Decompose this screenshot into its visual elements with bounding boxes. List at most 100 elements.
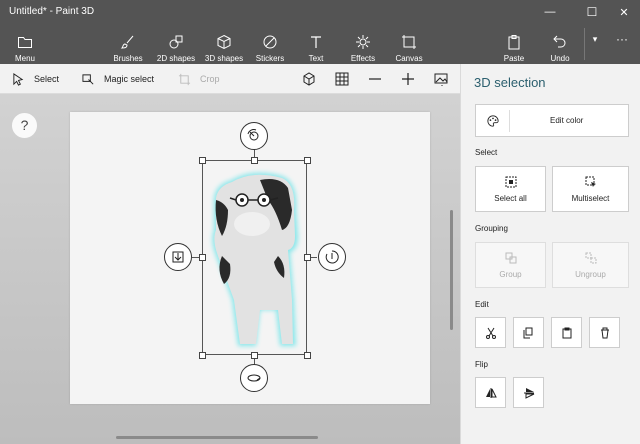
paste-panel-button[interactable]	[551, 317, 582, 348]
resize-handle-left[interactable]	[199, 254, 206, 261]
select-all-icon	[505, 176, 516, 187]
resize-handle-bottom-left[interactable]	[199, 352, 206, 359]
ungroup-icon	[585, 252, 596, 263]
more-options-button[interactable]: ···	[612, 24, 632, 54]
tool-3d-shapes[interactable]: 3D shapes	[202, 27, 246, 63]
ribbon-divider	[584, 28, 585, 60]
resize-handle-right[interactable]	[304, 254, 311, 261]
delete-button[interactable]	[589, 317, 620, 348]
edit-color-label: Edit color	[550, 116, 584, 125]
brush-icon	[120, 35, 134, 49]
resize-handle-top-right[interactable]	[304, 157, 311, 164]
tool-text-label: Text	[308, 54, 324, 63]
ungroup-button[interactable]: Ungroup	[552, 242, 629, 288]
undo-button[interactable]: Undo	[546, 27, 574, 63]
edit-color-divider	[509, 109, 510, 132]
help-button[interactable]: ?	[11, 112, 38, 139]
push-back-handle[interactable]	[164, 243, 192, 271]
grid-icon[interactable]	[334, 71, 350, 87]
multiselect-button[interactable]: Multiselect	[552, 166, 629, 212]
menu-button[interactable]: Menu	[10, 27, 40, 63]
tool-2d-shapes[interactable]: 2D shapes	[154, 27, 198, 63]
expand-ribbon-button[interactable]: ▾	[588, 24, 602, 54]
select-tool-button[interactable]: Select	[12, 64, 59, 94]
tool-text[interactable]: Text	[304, 27, 328, 63]
folder-icon	[18, 37, 32, 48]
edit-section-label: Edit	[475, 300, 489, 309]
stickers-icon	[263, 35, 277, 49]
edit-color-button[interactable]: Edit color	[475, 104, 629, 137]
multiselect-label: Multiselect	[571, 193, 610, 203]
menu-label: Menu	[14, 54, 35, 63]
tool-canvas-label: Canvas	[395, 54, 423, 63]
copy-button[interactable]	[513, 317, 544, 348]
trash-icon	[600, 327, 609, 338]
minimize-button[interactable]: —	[532, 0, 568, 24]
text-icon	[311, 36, 321, 48]
tool-canvas[interactable]: Canvas	[394, 27, 424, 63]
flip-section-label: Flip	[475, 360, 488, 369]
paste-label: Paste	[503, 54, 525, 63]
resize-handle-bottom-right[interactable]	[304, 352, 311, 359]
tool-2d-shapes-label: 2D shapes	[156, 54, 196, 63]
ungroup-label: Ungroup	[575, 269, 606, 279]
group-button[interactable]: Group	[475, 242, 546, 288]
selection-box	[202, 160, 307, 355]
ribbon: Menu Brushes 2D shapes 3D shapes Sticker…	[0, 24, 640, 64]
tool-stickers[interactable]: Stickers	[252, 27, 288, 63]
vertical-scrollbar[interactable]	[450, 210, 453, 330]
tool-effects-label: Effects	[350, 54, 376, 63]
cut-button[interactable]	[475, 317, 506, 348]
zoom-in-icon[interactable]	[400, 71, 416, 87]
group-label: Group	[499, 269, 522, 279]
panel-title: 3D selection	[474, 75, 546, 90]
3d-shapes-icon	[217, 34, 231, 50]
crop-button[interactable]: Crop	[178, 64, 220, 94]
zoom-out-icon[interactable]	[367, 71, 383, 87]
flip-horizontal-button[interactable]	[475, 377, 506, 408]
2d-shapes-icon	[169, 35, 183, 49]
3d-view-icon[interactable]	[301, 71, 317, 87]
group-icon	[505, 252, 516, 263]
title-bar: Untitled* - Paint 3D — ☐ ✕	[0, 0, 640, 24]
flip-horizontal-icon	[485, 387, 497, 398]
view-image-icon[interactable]	[433, 71, 449, 87]
select-tool-label: Select	[34, 74, 60, 84]
resize-handle-top[interactable]	[251, 157, 258, 164]
maximize-button[interactable]: ☐	[574, 0, 610, 24]
crop-icon	[178, 73, 191, 85]
selection-toolbar: Select Magic select Crop	[0, 64, 460, 94]
palette-icon	[487, 114, 499, 127]
rotate-x-handle[interactable]	[240, 122, 268, 150]
3d-selection-panel: 3D selection Edit color Select Select al…	[460, 64, 640, 444]
tool-brushes[interactable]: Brushes	[110, 27, 146, 63]
paste-panel-icon	[562, 327, 571, 338]
select-all-button[interactable]: Select all	[475, 166, 546, 212]
rotate-y-icon	[247, 374, 261, 382]
select-all-label: Select all	[494, 193, 527, 203]
multiselect-icon	[585, 176, 596, 187]
flip-vertical-button[interactable]	[513, 377, 544, 408]
resize-handle-top-left[interactable]	[199, 157, 206, 164]
cursor-icon	[13, 72, 24, 86]
crop-label: Crop	[200, 74, 220, 84]
horizontal-scrollbar[interactable]	[116, 436, 318, 439]
resize-handle-bottom[interactable]	[251, 352, 258, 359]
grouping-section-label: Grouping	[475, 224, 508, 233]
rotate-z-handle[interactable]	[318, 243, 346, 271]
window-title: Untitled* - Paint 3D	[9, 6, 95, 17]
magic-select-button[interactable]: Magic select	[82, 64, 154, 94]
tool-effects[interactable]: Effects	[348, 27, 378, 63]
rotate-icon	[247, 129, 259, 141]
copy-icon	[523, 327, 532, 338]
undo-label: Undo	[550, 54, 570, 63]
rotate-y-handle[interactable]	[240, 364, 268, 392]
undo-icon	[553, 35, 566, 48]
paste-button[interactable]: Paste	[500, 27, 528, 63]
canvas-icon	[402, 35, 416, 49]
rotate-z-icon	[325, 250, 339, 264]
tool-stickers-label: Stickers	[255, 54, 285, 63]
tool-3d-shapes-label: 3D shapes	[204, 54, 244, 63]
close-button[interactable]: ✕	[606, 0, 640, 24]
magic-select-label: Magic select	[104, 74, 155, 84]
